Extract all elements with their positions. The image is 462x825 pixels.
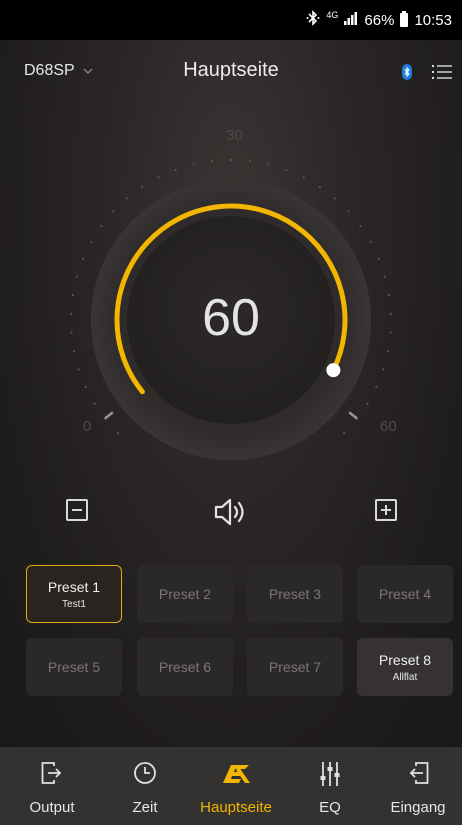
scale-dot [333,197,337,200]
esx-logo-icon [219,761,253,792]
scale-dot [112,210,115,213]
max-tick [348,411,358,420]
nav-eq-label: EQ [319,799,341,816]
scale-dot [267,163,270,166]
network-type-label: 4G [326,9,339,20]
preset-button[interactable]: Preset 1 Test1 [26,565,122,623]
bottom-nav: Output Zeit Hauptseite EQ Eingang [0,747,462,825]
preset-button[interactable]: Preset 5 [26,638,122,696]
preset-name: Preset 6 [158,659,212,675]
nav-eingang[interactable]: Eingang [378,747,458,825]
preset-button[interactable]: Preset 2 [137,565,233,623]
volume-up-button[interactable] [375,499,397,521]
scale-dot [285,168,288,171]
scale-mid-label: 30 [226,127,243,144]
clock-icon [133,761,157,790]
scale-dot [116,432,119,435]
volume-handle [326,363,341,378]
scale-dot [211,160,214,163]
preset-name: Preset 2 [158,586,212,602]
scale-dot [84,385,87,389]
min-tick [104,411,114,420]
scale-dot [72,350,76,353]
scale-dot [359,224,362,228]
scale-max-label: 60 [380,418,397,435]
preset-name: Preset 7 [268,659,322,675]
scale-dot [100,224,103,228]
input-icon [407,761,429,790]
scale-dot [389,331,392,334]
scale-dot [248,160,251,163]
volume-down-button[interactable] [66,499,88,521]
speaker-icon[interactable] [214,498,250,531]
scale-dot [174,168,177,171]
scale-dot [318,185,321,189]
output-icon [41,761,63,790]
preset-button[interactable]: Preset 4 [357,565,453,623]
scale-dot [157,176,160,179]
volume-value: 60 [202,289,260,347]
scale-dot [377,257,380,260]
scale-dot [343,432,346,435]
nav-zeit-label: Zeit [132,799,158,816]
preset-name: Preset 1 [47,578,101,595]
main-screen: D68SP Hauptseite 30 0 60 60 Preset 1 Tes… [0,40,462,747]
scale-dot [192,163,195,166]
scale-dot [347,210,350,213]
scale-dot [90,240,93,243]
scale-dot [375,385,378,389]
preset-subtitle: Test1 [62,598,86,610]
battery-percent: 66% [364,11,395,29]
scale-dot [70,331,73,334]
equalizer-icon [320,761,340,792]
nav-output[interactable]: Output [12,747,92,825]
preset-name: Preset 4 [378,586,432,602]
scale-dot [82,257,85,260]
nav-hauptseite-label: Hauptseite [200,799,272,816]
battery-icon [400,11,409,27]
nav-eingang-label: Eingang [390,799,446,816]
nav-zeit[interactable]: Zeit [110,747,180,825]
preset-button[interactable]: Preset 6 [137,638,233,696]
scale-dot [366,402,369,405]
scale-dot [141,185,144,189]
scale-dot [302,176,305,179]
scale-min-label: 0 [83,418,92,435]
nav-output-label: Output [29,799,75,816]
scale-dot [387,293,391,297]
bluetooth-status-icon [306,10,320,30]
preset-button[interactable]: Preset 8 Allflat [357,638,453,696]
preset-button[interactable]: Preset 7 [247,638,343,696]
scale-dot [386,350,390,353]
preset-name: Preset 3 [268,586,322,602]
preset-button[interactable]: Preset 3 [247,565,343,623]
scale-dot [77,368,80,371]
scale-dot [71,293,75,297]
preset-name: Preset 8 [378,651,432,668]
minus-square-icon [72,509,82,511]
preset-name: Preset 5 [47,659,101,675]
status-bar: 4G 66% 10:53 [0,0,462,40]
scale-dot [382,368,385,371]
clock: 10:53 [414,11,452,29]
signal-icon [344,11,358,29]
scale-dot [229,158,233,162]
volume-dial[interactable]: 30 0 60 60 [0,40,462,520]
scale-dot [389,312,392,315]
nav-hauptseite[interactable]: Hauptseite [186,747,286,825]
volume-controls [0,498,462,538]
scale-dot [70,312,73,315]
scale-dot [75,275,79,278]
preset-subtitle: Allflat [392,671,418,683]
scale-dot [93,402,96,405]
scale-dot [125,197,129,200]
scale-dot [383,275,387,278]
nav-eq[interactable]: EQ [295,747,365,825]
scale-dot [369,240,372,243]
